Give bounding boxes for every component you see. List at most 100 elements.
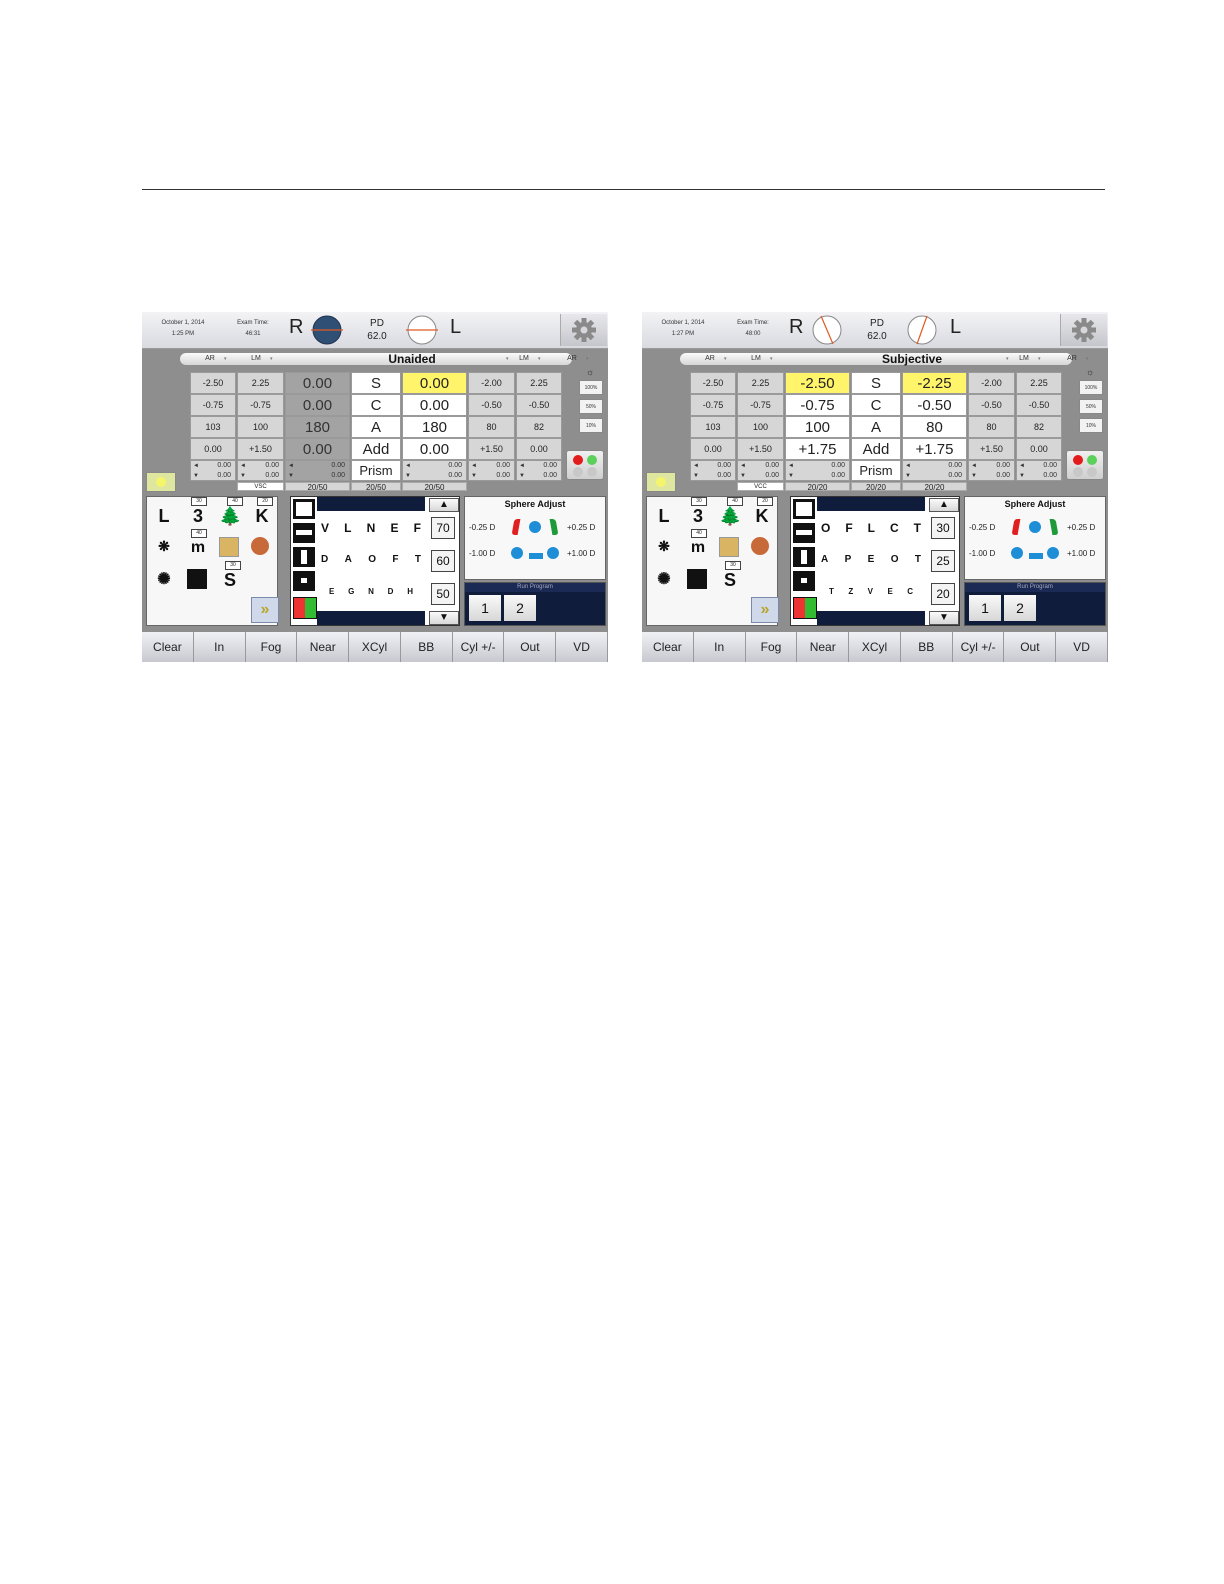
ar-left-value[interactable]: -0.50 (516, 394, 562, 416)
settings-gear-icon[interactable] (1060, 314, 1107, 346)
isolate-letter-button[interactable] (293, 571, 315, 591)
prism-value-pair[interactable]: ◄ 0.00 ▼ 0.00 (690, 460, 736, 481)
prism-value-pair[interactable]: ◄ 0.00 ▼ 0.00 (902, 460, 967, 481)
chart-letter[interactable]: T (829, 587, 834, 596)
toolbar-button-out[interactable]: Out (1004, 632, 1057, 662)
toolbar-button-xcyl[interactable]: XCyl (349, 632, 401, 662)
chart-letter[interactable]: C (890, 521, 899, 535)
astigmatism-dial-icon[interactable]: ✺ (153, 569, 175, 591)
toolbar-button-near[interactable]: Near (797, 632, 850, 662)
left-eye-value[interactable]: 0.00 (402, 394, 467, 416)
right-lens-icon[interactable] (309, 315, 345, 345)
va-size-button[interactable]: 70 (431, 517, 455, 539)
toolbar-button-vd[interactable]: VD (556, 632, 608, 662)
sphere-minus-one[interactable]: -1.00 D (469, 549, 495, 558)
chart-letter[interactable]: C (907, 587, 913, 596)
lm-right-value[interactable]: 100 (237, 416, 284, 438)
ar-left-value[interactable]: 0.00 (516, 438, 562, 460)
isolate-row-button[interactable] (293, 523, 315, 543)
prism-value-pair[interactable]: ◄ 0.00 ▼ 0.00 (968, 460, 1015, 481)
lm-right-value[interactable]: 2.25 (237, 372, 284, 394)
lm-left-value[interactable]: -0.50 (468, 394, 515, 416)
prism-value-pair[interactable]: ◄ 0.00 ▼ 0.00 (402, 460, 467, 481)
right-eye-value[interactable]: 100 (785, 416, 850, 438)
lm-left-value[interactable]: +1.50 (468, 438, 515, 460)
prism-value-pair[interactable]: ◄ 0.00 ▼ 0.00 (785, 460, 850, 481)
prism-value-pair[interactable]: ◄ 0.00 ▼ 0.00 (737, 460, 784, 481)
ar-right-value[interactable]: -0.75 (690, 394, 736, 416)
toolbar-button-fog[interactable]: Fog (245, 632, 298, 662)
dot-pattern-icon[interactable]: ❋ (153, 535, 175, 557)
right-eye-value[interactable]: -2.50 (785, 372, 850, 394)
chart-letter-row[interactable]: DAOFT (321, 554, 421, 565)
toolbar-button-clear[interactable]: Clear (142, 632, 194, 662)
prism-value-pair[interactable]: ◄ 0.00 ▼ 0.00 (190, 460, 236, 481)
scroll-down-button[interactable]: ▼ (929, 611, 959, 625)
lm-left-value[interactable]: 80 (468, 416, 515, 438)
chart-letter[interactable]: A (821, 554, 828, 565)
toolbar-button-clear[interactable]: Clear (642, 632, 694, 662)
ar-right-value[interactable]: 0.00 (690, 438, 736, 460)
chart-letter-row[interactable]: V L NE F (321, 521, 421, 535)
red-green-chart-button[interactable] (793, 597, 817, 619)
toolbar-button-bb[interactable]: BB (900, 632, 953, 662)
ar-right-value[interactable]: 0.00 (190, 438, 236, 460)
ar-left-value[interactable]: 2.25 (1016, 372, 1062, 394)
contrast-10-button[interactable]: 10% (1079, 418, 1103, 433)
chart-letter[interactable]: F (392, 554, 398, 565)
letter-chart-l-icon[interactable]: L (653, 505, 675, 527)
right-eye-value[interactable]: +1.75 (785, 438, 850, 460)
sphere-plus-quarter[interactable]: +0.25 D (567, 523, 595, 532)
program-button[interactable]: 2 (504, 595, 536, 621)
left-eye-value[interactable]: -2.25 (902, 372, 967, 394)
chart-letter[interactable]: G (348, 587, 354, 596)
sphere-minus-quarter[interactable]: -0.25 D (469, 523, 495, 532)
toolbar-button-near[interactable]: Near (297, 632, 350, 662)
prism-value-pair[interactable]: ◄ 0.00 ▼ 0.00 (516, 460, 562, 481)
right-eye-value[interactable]: 0.00 (285, 438, 350, 460)
lm-right-value[interactable]: +1.50 (237, 438, 284, 460)
chart-letter[interactable]: L (868, 521, 875, 535)
e-chart-icon[interactable]: m (687, 537, 709, 559)
chart-letter[interactable]: N (368, 587, 374, 596)
mode-select[interactable]: Subjective (812, 353, 1012, 365)
chart-letter-row[interactable]: TZVEC (829, 587, 913, 596)
sphere-minus-one[interactable]: -1.00 D (969, 549, 995, 558)
chart-letter-row[interactable]: EGNDH (329, 587, 413, 596)
face-chart-icon[interactable] (751, 537, 769, 555)
chart-letter-row[interactable]: APEOT (821, 554, 921, 565)
face-chart-icon[interactable] (251, 537, 269, 555)
fixation-dot-icon[interactable] (687, 569, 707, 589)
tree-icon[interactable]: 🌲 (719, 505, 741, 527)
isolate-none-button[interactable] (793, 499, 815, 519)
isolate-row-button[interactable] (793, 523, 815, 543)
toolbar-button-in[interactable]: In (193, 632, 246, 662)
chart-letter[interactable]: T (915, 554, 921, 565)
prism-value-pair[interactable]: ◄ 0.00 ▼ 0.00 (285, 460, 350, 481)
right-lens-icon[interactable] (811, 315, 843, 345)
chart-letter[interactable]: F (845, 521, 852, 535)
astigmatism-dial-icon[interactable]: ✺ (653, 569, 675, 591)
lm-right-value[interactable]: 2.25 (737, 372, 784, 394)
chart-letter[interactable]: N (367, 521, 376, 535)
ar-left-value[interactable]: 0.00 (1016, 438, 1062, 460)
chart-letter[interactable]: P (845, 554, 852, 565)
toolbar-button-fog[interactable]: Fog (745, 632, 798, 662)
letter-chart-l-icon[interactable]: L (153, 505, 175, 527)
red-green-test-button[interactable] (566, 450, 604, 480)
sphere-plus-one[interactable]: +1.00 D (1067, 549, 1095, 558)
chart-light-button[interactable] (146, 472, 176, 492)
contrast-50-button[interactable]: 50% (579, 399, 603, 414)
left-eye-value[interactable]: -0.50 (902, 394, 967, 416)
isolate-none-button[interactable] (293, 499, 315, 519)
letter-chart-k-icon[interactable]: K (251, 505, 273, 527)
left-eye-value[interactable]: 80 (902, 416, 967, 438)
prism-value-pair[interactable]: ◄ 0.00 ▼ 0.00 (237, 460, 284, 481)
number-chart-icon[interactable]: 3 (187, 505, 209, 527)
lm-left-value[interactable]: -2.00 (468, 372, 515, 394)
program-button[interactable]: 1 (969, 595, 1001, 621)
scroll-up-button[interactable]: ▲ (429, 498, 459, 512)
isolate-letter-button[interactable] (793, 571, 815, 591)
left-eye-value[interactable]: 180 (402, 416, 467, 438)
chart-letter[interactable]: E (329, 587, 334, 596)
